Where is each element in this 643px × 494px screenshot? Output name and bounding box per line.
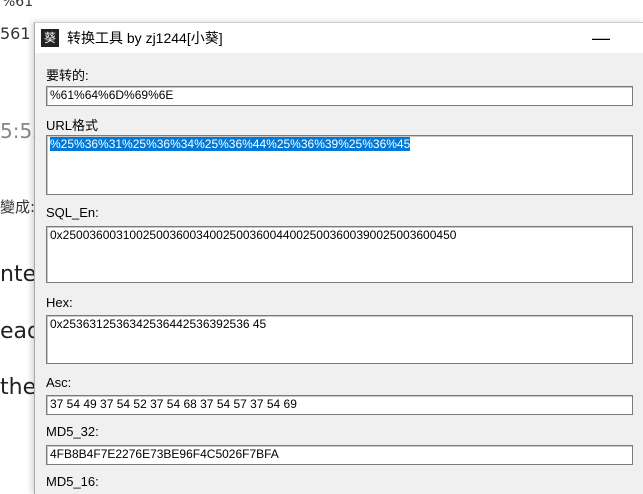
asc-label: Asc: [46,375,72,390]
app-icon: 葵 [41,29,59,47]
background-text: 561 [0,24,31,43]
minimize-button[interactable]: — [578,23,624,53]
title-bar[interactable]: 葵 转换工具 by zj1244[小葵] — [35,23,643,53]
background-text: %61 [2,0,34,10]
url-output-selection: %25%36%31%25%36%34%25%36%44%25%36%39%25%… [50,137,411,151]
hex-label: Hex: [46,295,73,310]
md5-32-label: MD5_32: [46,424,99,439]
converter-window: 葵 转换工具 by zj1244[小葵] — 要转的: %61%64%6D%69… [34,22,643,494]
md5-16-label: MD5_16: [46,474,99,489]
sql-output[interactable]: 0x25003600310025003600340025003600440025… [46,226,633,283]
url-label: URL格式 [46,118,99,133]
asc-output[interactable]: 37 54 49 37 54 52 37 54 68 37 54 57 37 5… [46,395,633,415]
sql-label: SQL_En: [46,205,99,220]
input-label: 要转的: [46,68,89,83]
hex-output[interactable]: 0x2536312536342536442536392536 45 [46,315,633,364]
md5-32-output[interactable]: 4FB8B4F7E2276E73BE96F4C5026F7BFA [46,445,633,465]
window-title: 转换工具 by zj1244[小葵] [67,30,223,46]
background-text: the [0,375,37,400]
url-output[interactable]: %25%36%31%25%36%34%25%36%44%25%36%39%25%… [46,135,633,195]
input-field[interactable]: %61%64%6D%69%6E [46,86,633,106]
background-text: 變成: [0,198,36,216]
